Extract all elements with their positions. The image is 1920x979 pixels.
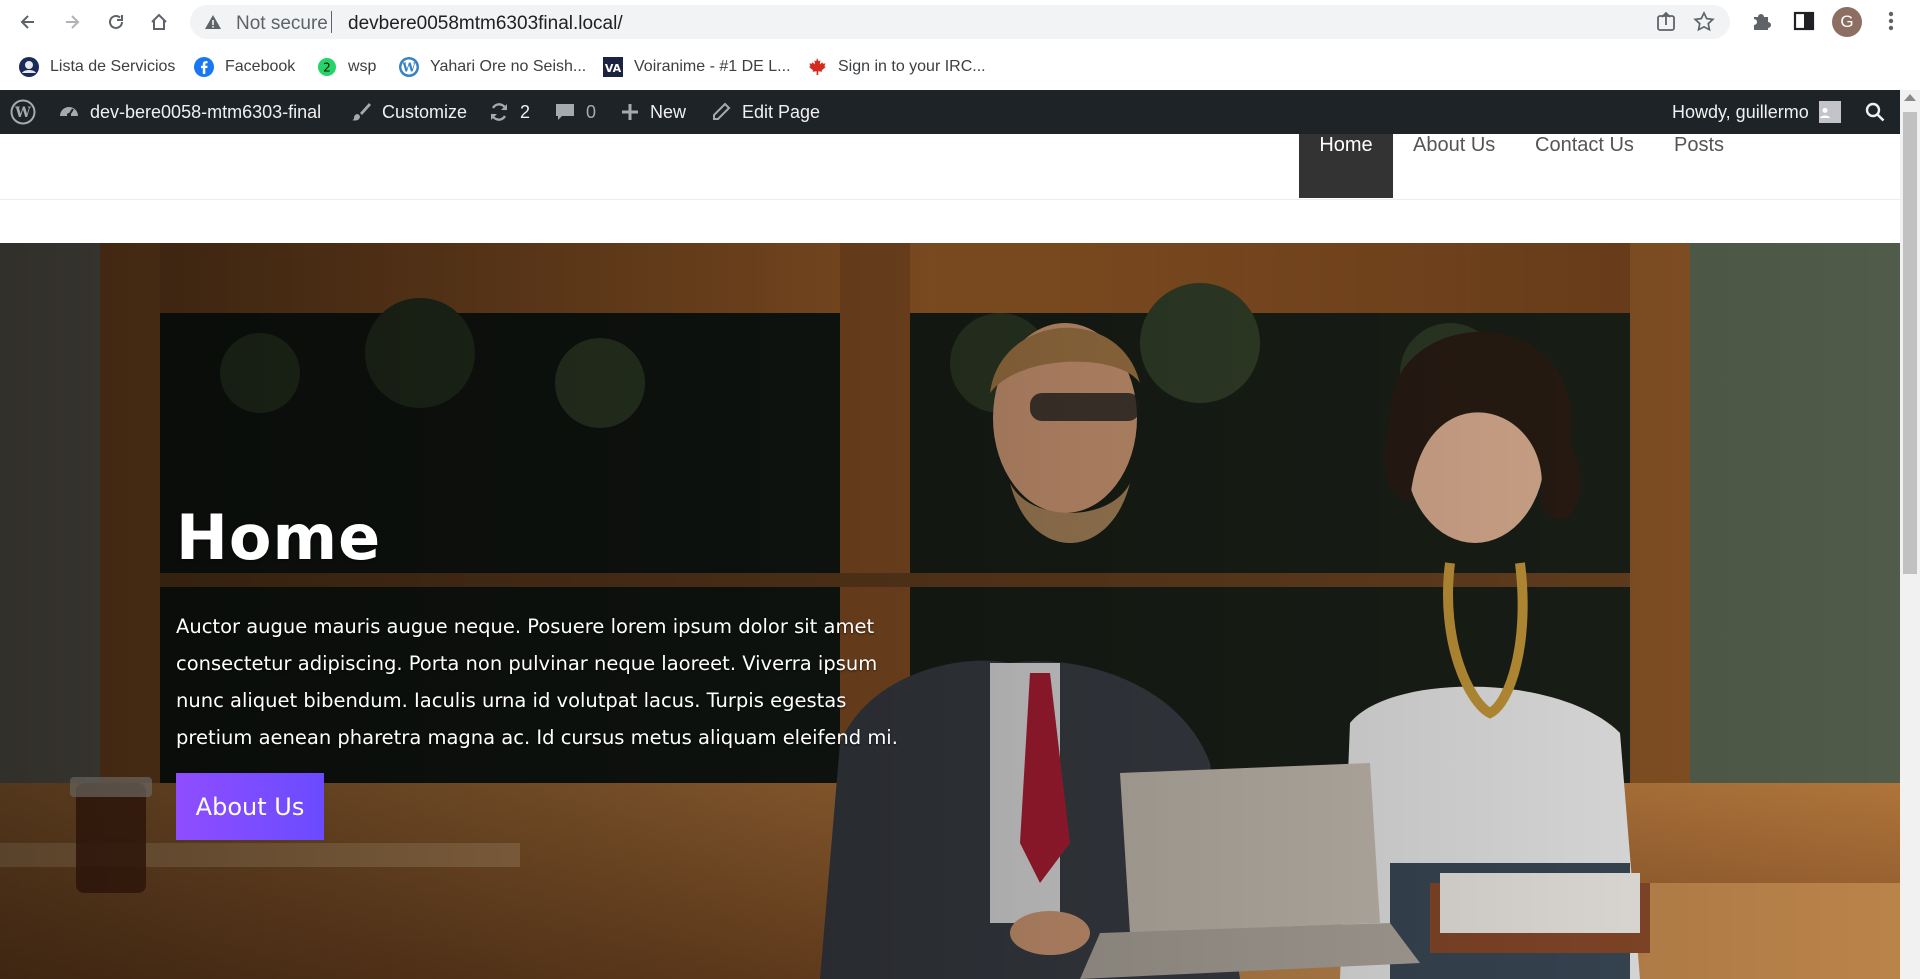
paintbrush-icon	[352, 103, 371, 121]
site-name-label: dev-bere0058-mtm6303-final	[90, 101, 322, 122]
security-label[interactable]: Not secure	[236, 13, 328, 35]
hero-section: Home Auctor augue mauris augue neque. Po…	[0, 243, 1900, 979]
scrollbar-thumb[interactable]	[1903, 112, 1917, 574]
svg-text:W: W	[401, 61, 416, 75]
user-avatar-icon	[1818, 101, 1841, 123]
edit-page-label: Edit Page	[742, 101, 821, 122]
svg-text:W: W	[14, 105, 31, 121]
howdy-label: Howdy, guillermo	[1672, 101, 1809, 122]
menu-item-posts[interactable]: Posts	[1674, 134, 1724, 198]
facebook-favicon-icon	[193, 56, 215, 78]
profile-avatar[interactable]: G	[1832, 7, 1862, 37]
omnibox-divider	[331, 11, 332, 33]
site-header: Home About Us Contact Us Posts	[0, 134, 1900, 243]
edit-page-link[interactable]: Edit Page	[710, 90, 820, 134]
bookmarks-bar: Lista de Servicios Facebook 2 wsp W Yaha…	[0, 44, 1920, 90]
wp-logo-menu[interactable]: W	[10, 90, 46, 134]
header-divider	[0, 199, 1900, 200]
menu-item-label: Posts	[1674, 134, 1725, 156]
plus-icon	[622, 104, 638, 120]
wordpress-logo-icon: W	[10, 99, 36, 125]
address-bar[interactable]: Not secure devbere0058mtm6303final.local…	[190, 5, 1730, 39]
bookmark-label: Yahari Ore no Seish...	[430, 58, 587, 75]
bookmark-label: Lista de Servicios	[50, 58, 176, 75]
customize-label: Customize	[382, 101, 468, 122]
page-scrollbar[interactable]	[1900, 90, 1920, 979]
url-text[interactable]: devbere0058mtm6303final.local/	[348, 13, 623, 35]
scroll-up-arrow-icon[interactable]	[1904, 94, 1916, 101]
bookmark-ircc[interactable]: Sign in to your IRC...	[806, 54, 986, 80]
back-icon	[20, 15, 34, 29]
svg-text:2: 2	[323, 61, 331, 75]
bookmark-label: wsp	[348, 58, 377, 75]
globe-favicon-icon	[18, 56, 40, 78]
search-icon	[1865, 102, 1885, 122]
extensions-icon[interactable]	[1748, 8, 1774, 34]
browser-toolbar: Not secure devbere0058mtm6303final.local…	[0, 0, 1920, 44]
menu-item-label: Home	[1319, 134, 1373, 156]
new-content-link[interactable]: New	[620, 90, 686, 134]
updates-icon	[490, 103, 508, 121]
menu-item-home[interactable]: Home	[1299, 134, 1393, 198]
reload-button[interactable]	[100, 6, 132, 38]
updates-link[interactable]: 2	[488, 90, 530, 134]
pencil-icon	[713, 102, 731, 120]
hero-title: Home	[176, 501, 382, 574]
updates-count: 2	[520, 101, 531, 122]
comments-link[interactable]: 0	[554, 90, 596, 134]
new-label: New	[650, 101, 687, 122]
dashboard-gauge-icon	[60, 107, 78, 117]
menu-item-label: Contact Us	[1535, 134, 1634, 156]
home-icon	[151, 13, 167, 30]
menu-item-about-us[interactable]: About Us	[1413, 134, 1495, 198]
bookmark-label: Facebook	[225, 58, 296, 75]
bookmark-facebook[interactable]: Facebook	[193, 54, 295, 80]
voiranime-favicon-icon: VA	[602, 56, 624, 78]
bookmark-yahari[interactable]: W Yahari Ore no Seish...	[398, 54, 586, 80]
menu-item-contact-us[interactable]: Contact Us	[1535, 134, 1634, 198]
reload-icon	[109, 14, 123, 29]
warning-icon	[205, 15, 221, 29]
side-panel-icon[interactable]	[1791, 8, 1817, 34]
bookmark-label: Sign in to your IRC...	[838, 58, 986, 75]
maple-leaf-favicon-icon	[806, 56, 828, 78]
wp-admin-bar: W dev-bere0058-mtm6303-final Customize 2…	[0, 90, 1900, 134]
back-button[interactable]	[12, 6, 44, 38]
more-vert-icon[interactable]	[1878, 8, 1904, 34]
bookmark-label: Voiranime - #1 DE L...	[634, 58, 791, 75]
site-name-menu[interactable]: dev-bere0058-mtm6303-final	[58, 90, 321, 134]
bookmark-voiranime[interactable]: VA Voiranime - #1 DE L...	[602, 54, 791, 80]
comments-count: 0	[586, 101, 597, 122]
home-button[interactable]	[143, 6, 175, 38]
bookmark-wsp[interactable]: 2 wsp	[316, 54, 376, 80]
hero-paragraph: Auctor augue mauris augue neque. Posuere…	[176, 615, 898, 749]
my-account-menu[interactable]: Howdy, guillermo	[1672, 90, 1841, 134]
svg-text:VA: VA	[605, 62, 622, 75]
comment-bubble-icon	[556, 104, 574, 120]
share-icon[interactable]	[1654, 10, 1678, 34]
star-icon[interactable]	[1692, 10, 1716, 34]
forward-button[interactable]	[56, 6, 88, 38]
about-us-button[interactable]: About Us	[176, 773, 324, 840]
menu-item-label: About Us	[1413, 134, 1496, 156]
customize-link[interactable]: Customize	[350, 90, 467, 134]
bookmark-lista-de-servicios[interactable]: Lista de Servicios	[18, 54, 175, 80]
forward-icon	[66, 15, 80, 29]
wordpress-favicon-icon: W	[398, 56, 420, 78]
whatsapp-favicon-icon: 2	[316, 56, 338, 78]
admin-search-button[interactable]	[1864, 90, 1896, 134]
